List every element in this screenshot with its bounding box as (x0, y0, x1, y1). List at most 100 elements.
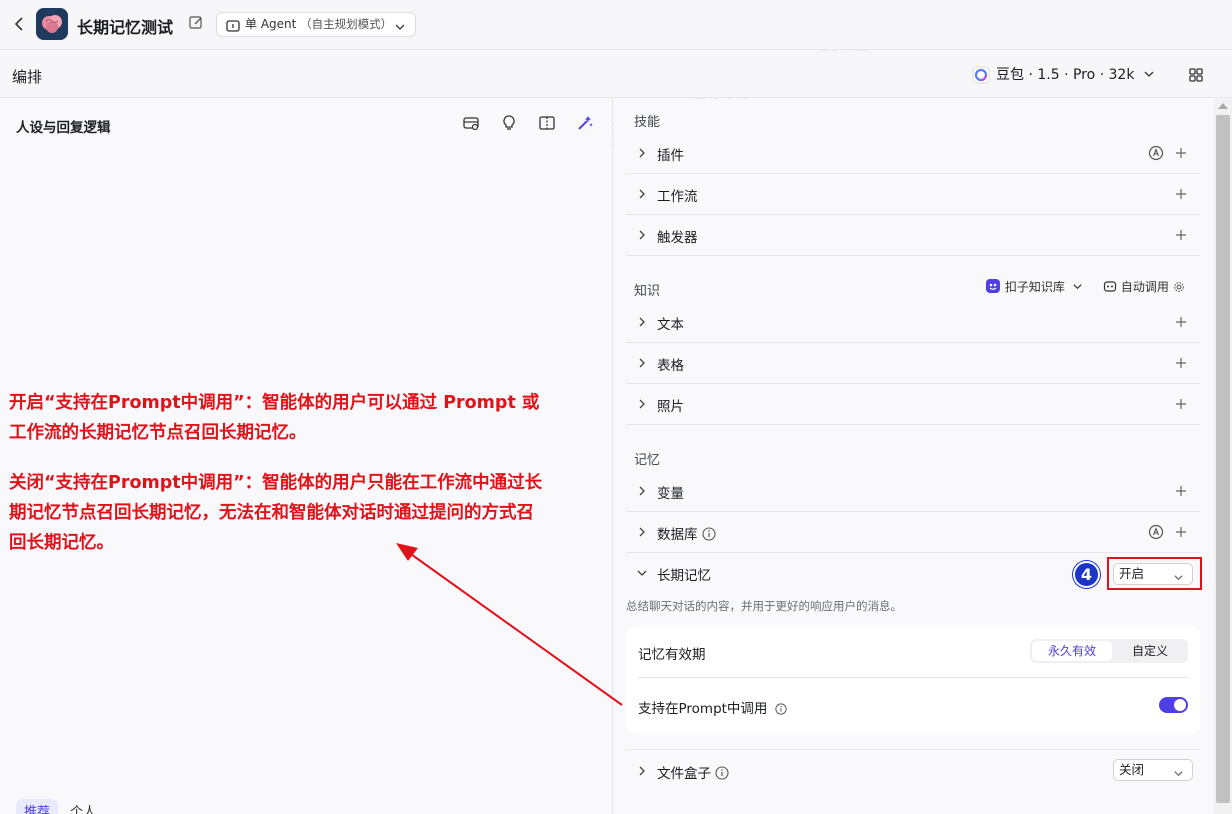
chevron-right-icon (636, 526, 648, 538)
filebox-label-wrap: 文件盒子 (657, 762, 729, 782)
gear-icon[interactable] (1173, 281, 1185, 293)
top-bar: 长期记忆测试 单 Agent （自主规划模式） (0, 0, 1232, 50)
chevron-right-icon (636, 398, 648, 410)
long-term-memory-settings: 记忆有效期 永久有效 自定义 支持在Prompt中调用 (626, 627, 1200, 733)
agent-mode-label: 单 Agent (245, 17, 297, 31)
auto-mode-icon[interactable] (1148, 524, 1164, 540)
chevron-right-icon (636, 147, 648, 159)
knowledge-label-text: 文本 (657, 317, 684, 333)
suggestion-tabs: 推荐 个人 (16, 799, 104, 814)
validity-label: 记忆有效期 (638, 647, 706, 663)
skill-row-workflow[interactable]: 工作流 (626, 174, 1200, 215)
skill-row-trigger[interactable]: 触发器 (626, 215, 1200, 256)
scrollbar[interactable] (1214, 99, 1232, 814)
knowledge-row-table[interactable]: 表格 (626, 343, 1200, 384)
scroll-up-arrow-icon[interactable] (1218, 103, 1228, 109)
scrollbar-thumb[interactable] (1216, 115, 1230, 803)
ai-optimize-icon[interactable] (576, 114, 594, 132)
add-icon[interactable] (1174, 315, 1188, 329)
info-icon[interactable] (701, 527, 716, 541)
annotation-disable-line2: 期记忆节点召回长期记忆，无法在和智能体对话时通过提问的方式召 (9, 503, 534, 523)
add-icon[interactable] (1174, 525, 1188, 539)
auto-call-label: 自动调用 (1120, 280, 1169, 294)
skill-label-plugin: 插件 (657, 148, 684, 164)
model-select[interactable]: 豆包 · 1.5 · Pro · 32k (972, 64, 1155, 86)
add-icon[interactable] (1174, 484, 1188, 498)
arrange-bar: 编排 豆包 · 1.5 · Pro · 32k (0, 51, 1232, 98)
auto-mode-icon[interactable] (1148, 145, 1164, 161)
agent-avatar-icon (36, 8, 68, 40)
memory-label-database-wrap: 数据库 (657, 523, 716, 543)
agent-mode-icon (226, 18, 240, 32)
annotation-disable-line3: 回长期记忆。 (9, 533, 114, 553)
prompt-call-label: 支持在Prompt中调用 (638, 701, 768, 717)
add-icon[interactable] (1174, 397, 1188, 411)
chevron-right-icon (636, 188, 648, 200)
chevron-right-icon (636, 229, 648, 241)
filebox-select[interactable]: 关闭 (1113, 759, 1193, 781)
validity-segmented: 永久有效 自定义 (1030, 639, 1188, 663)
agent-title: 长期记忆测试 (77, 18, 174, 37)
validity-option-custom[interactable]: 自定义 (1114, 641, 1186, 661)
knowledge-label-photo: 照片 (657, 399, 684, 415)
tab-recommend[interactable]: 推荐 (16, 799, 59, 814)
skill-row-plugin[interactable]: 插件 (626, 133, 1200, 174)
highlight-box (1107, 557, 1202, 590)
layout-grid-icon[interactable] (1188, 67, 1204, 83)
knowledge-section-title: 知识 (634, 284, 661, 299)
knowledge-row-photo[interactable]: 照片 (626, 384, 1200, 425)
robot-icon (1103, 281, 1117, 292)
prompt-library-icon[interactable] (462, 114, 480, 132)
chevron-right-icon (636, 765, 648, 777)
info-icon[interactable] (715, 766, 729, 780)
add-icon[interactable] (1174, 146, 1188, 160)
knowledge-base-select[interactable]: 扣子知识库 (985, 278, 1083, 295)
annotation-enable-line1: 开启“支持在Prompt中调用”：智能体的用户可以通过 Prompt 或 (9, 393, 540, 413)
memory-label-database: 数据库 (657, 527, 698, 543)
validity-option-permanent[interactable]: 永久有效 (1032, 641, 1112, 661)
chevron-right-icon (636, 357, 648, 369)
add-icon[interactable] (1174, 187, 1188, 201)
chevron-down-icon (636, 567, 648, 579)
chevron-down-icon (1143, 65, 1155, 77)
chevron-down-icon (1173, 765, 1184, 777)
knowledge-base-icon (986, 279, 1000, 293)
knowledge-label-table: 表格 (657, 358, 684, 374)
skills-section-title: 技能 (634, 115, 661, 130)
memory-label-long-term: 长期记忆 (657, 568, 711, 584)
add-icon[interactable] (1174, 356, 1188, 370)
filebox-label: 文件盒子 (657, 766, 711, 782)
annotation-enable-line2: 工作流的长期记忆节点召回长期记忆。 (9, 423, 307, 443)
knowledge-row-text[interactable]: 文本 (626, 302, 1200, 343)
memory-row-database[interactable]: 数据库 (626, 512, 1200, 553)
edit-icon[interactable] (188, 15, 204, 31)
model-name: 豆包 · 1.5 · Pro · 32k (996, 67, 1135, 83)
memory-row-variable[interactable]: 变量 (626, 471, 1200, 512)
chevron-down-icon (394, 18, 406, 30)
annotation-disable-line1: 关闭“支持在Prompt中调用”：智能体的用户只能在工作流中通过长 (9, 473, 543, 493)
auto-call-setting[interactable]: 自动调用 (1103, 278, 1185, 295)
chevron-down-icon (1073, 284, 1082, 290)
add-icon[interactable] (1174, 228, 1188, 242)
lightbulb-icon[interactable] (500, 114, 518, 132)
toggle-knob (1174, 699, 1186, 711)
info-icon[interactable] (775, 703, 788, 715)
split-view-icon[interactable] (538, 114, 556, 132)
agent-mode-select[interactable]: 单 Agent （自主规划模式） (216, 12, 416, 37)
back-arrow-icon[interactable] (12, 14, 28, 34)
skills-panel: 技能 插件 工作流 触发器 知识 扣子知识库 自动调用 文本 表格 照片 记忆 … (614, 99, 1214, 814)
chevron-right-icon (636, 316, 648, 328)
agent-mode-sub: （自主规划模式） (300, 17, 393, 31)
persona-panel: 人设与回复逻辑 开启“支持在Prompt中调用”：智能体的用户可以通过 Prom… (0, 99, 613, 814)
arrange-title: 编排 (12, 68, 43, 86)
tab-personal[interactable]: 个人 (62, 799, 104, 814)
memory-section-title: 记忆 (634, 453, 661, 468)
long-term-memory-desc: 总结聊天对话的内容，并用于更好的响应用户的消息。 (626, 599, 902, 613)
filebox-value: 关闭 (1119, 762, 1145, 777)
prompt-call-label-wrap: 支持在Prompt中调用 (638, 697, 788, 717)
persona-title: 人设与回复逻辑 (16, 120, 111, 136)
knowledge-base-label: 扣子知识库 (1004, 280, 1065, 294)
prompt-call-toggle[interactable] (1159, 697, 1188, 713)
doubao-logo-icon (972, 66, 990, 84)
step-badge: 4 (1073, 561, 1100, 588)
